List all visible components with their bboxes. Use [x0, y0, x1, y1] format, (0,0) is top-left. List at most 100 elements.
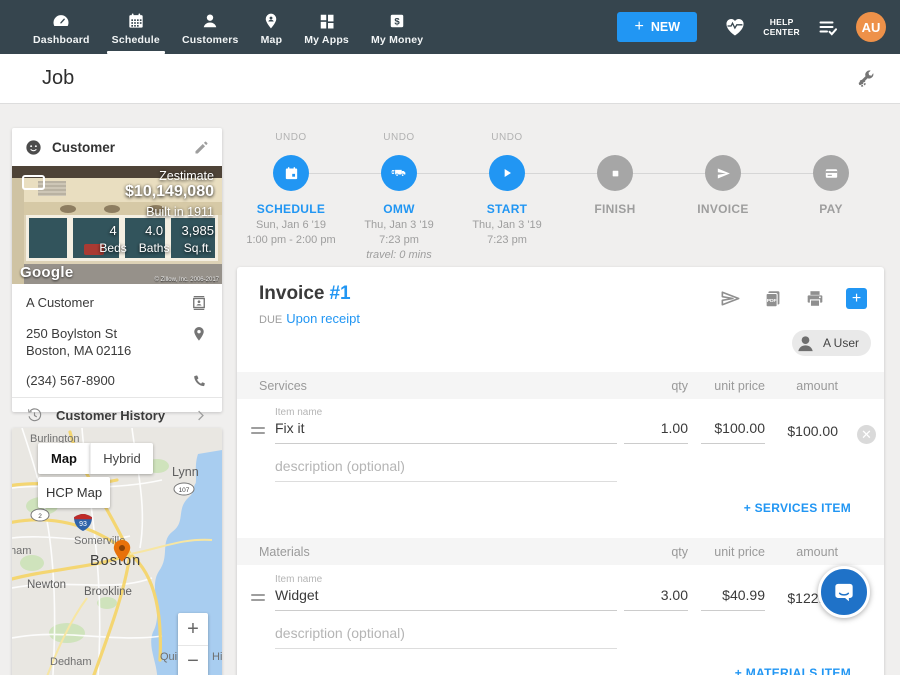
- history-clock-icon: [26, 407, 43, 424]
- page-header: Job: [0, 54, 900, 104]
- chat-launcher-button[interactable]: [818, 566, 870, 618]
- nav-item-dashboard[interactable]: Dashboard: [22, 0, 101, 54]
- map-pin-icon: [262, 9, 280, 31]
- plus-icon: +: [634, 18, 643, 36]
- assignee-chip[interactable]: A User: [792, 330, 871, 356]
- chevron-right-icon: [193, 408, 208, 423]
- service-unit-price-input[interactable]: [701, 420, 765, 444]
- material-qty-input[interactable]: [624, 587, 688, 611]
- send-invoice-icon[interactable]: [719, 287, 742, 310]
- timeline-step-pay: PAY: [777, 132, 885, 261]
- print-icon[interactable]: [804, 288, 826, 310]
- customer-address-row: 250 Boylston St Boston, MA 02116: [12, 318, 222, 365]
- credit-card-icon-circle[interactable]: [813, 155, 849, 191]
- invoice-title: Invoice#1: [259, 283, 351, 305]
- nav-item-customers[interactable]: Customers: [171, 0, 250, 54]
- google-logo: Google: [20, 264, 73, 281]
- customers-person-icon: [200, 9, 220, 31]
- address-line2: Boston, MA 02116: [26, 342, 131, 359]
- customer-name: A Customer: [26, 294, 94, 311]
- top-nav: Dashboard Schedule Customers Map: [0, 0, 900, 54]
- start-step-button[interactable]: [489, 155, 525, 191]
- zoom-out-button[interactable]: −: [178, 645, 208, 675]
- schedule-step-button[interactable]: [273, 155, 309, 191]
- zoom-in-button[interactable]: +: [178, 613, 208, 645]
- undo-link[interactable]: UNDO: [275, 132, 306, 144]
- customer-face-icon: [24, 138, 43, 157]
- new-button[interactable]: + NEW: [617, 12, 697, 42]
- phone-icon[interactable]: [191, 372, 208, 389]
- pdf-icon[interactable]: PDF: [762, 288, 784, 310]
- material-description-input[interactable]: [275, 625, 617, 649]
- map-label-newton: Newton: [27, 579, 66, 591]
- timeline-step-schedule: UNDO SCHEDULE Sun, Jan 6 '19 1:00 pm - 2…: [237, 132, 345, 261]
- add-invoice-button[interactable]: +: [846, 288, 867, 309]
- add-services-item-link[interactable]: + SERVICES ITEM: [744, 501, 851, 515]
- play-icon: [499, 165, 515, 181]
- service-item-name-input[interactable]: [275, 420, 617, 444]
- send-icon: [715, 165, 732, 182]
- drag-handle[interactable]: [251, 594, 265, 604]
- finish-step-button[interactable]: [597, 155, 633, 191]
- job-settings-wrench-gear-icon[interactable]: [854, 67, 878, 91]
- nav-right: + NEW HELP CENTER AU: [617, 0, 900, 54]
- svg-text:$: $: [394, 16, 400, 27]
- drag-handle[interactable]: [251, 427, 265, 437]
- amount-column-header: amount: [796, 379, 838, 393]
- task-list-icon[interactable]: [816, 15, 840, 39]
- money-icon: $: [387, 9, 407, 31]
- map-label-hingham: Hi: [212, 651, 222, 663]
- delete-item-button[interactable]: ✕: [857, 425, 876, 444]
- timeline-step-finish: FINISH: [561, 132, 669, 261]
- customer-card-title: Customer: [52, 140, 115, 155]
- customer-card: Customer Zestimate $10,149,080 Built in …: [12, 128, 222, 412]
- route107-shield: 107: [179, 487, 190, 494]
- health-heart-icon[interactable]: [723, 15, 747, 39]
- due-terms-link[interactable]: Upon receipt: [286, 311, 360, 326]
- nav-item-schedule[interactable]: Schedule: [101, 0, 171, 54]
- apps-grid-icon: [317, 9, 337, 31]
- invoice-number[interactable]: #1: [329, 283, 350, 304]
- edit-pencil-icon[interactable]: [193, 139, 210, 156]
- stop-icon: [608, 166, 623, 181]
- map-type-button-map[interactable]: Map: [38, 443, 90, 474]
- customer-card-header: Customer: [12, 128, 222, 166]
- add-materials-item-link[interactable]: + MATERIALS ITEM: [735, 666, 851, 675]
- item-name-label: Item name: [275, 574, 322, 585]
- service-amount: $100.00: [787, 423, 838, 439]
- street-view-toggle-icon[interactable]: [22, 175, 45, 190]
- credit-card-icon: [823, 165, 840, 182]
- page-title: Job: [42, 67, 74, 90]
- customer-name-row: A Customer: [12, 284, 222, 318]
- omw-step-button[interactable]: [381, 155, 417, 191]
- map-zoom-controls: + −: [178, 613, 208, 675]
- zillow-copyright: © Zillow, Inc. 2006-2017: [155, 277, 219, 283]
- map-label-dedham: Dedham: [50, 656, 92, 668]
- material-unit-price-input[interactable]: [701, 587, 765, 611]
- location-pin-icon[interactable]: [190, 325, 208, 343]
- material-item-name-input[interactable]: [275, 587, 617, 611]
- map-widget[interactable]: 93 2 107 Burlington Lynn Somerville ham …: [12, 428, 222, 675]
- service-qty-input[interactable]: [624, 420, 688, 444]
- user-avatar[interactable]: AU: [856, 12, 886, 42]
- assignee-name: A User: [823, 336, 859, 350]
- contact-card-icon[interactable]: [190, 294, 208, 312]
- hcp-map-button[interactable]: HCP Map: [38, 477, 110, 508]
- property-street-view-photo[interactable]: Zestimate $10,149,080 Built in 1911 4 4.…: [12, 166, 222, 284]
- help-center-link[interactable]: HELP CENTER: [763, 17, 800, 37]
- undo-link[interactable]: UNDO: [383, 132, 414, 144]
- nav-item-my-apps[interactable]: My Apps: [293, 0, 360, 54]
- invoice-actions: PDF +: [699, 287, 867, 310]
- map-type-button-hybrid[interactable]: Hybrid: [90, 443, 153, 474]
- route2-shield: 2: [38, 513, 42, 520]
- chat-bubble-icon: [831, 579, 857, 605]
- services-section-header: Services qty unit price amount: [237, 372, 884, 399]
- map-label-lynn: Lynn: [172, 465, 199, 479]
- nav-item-my-money[interactable]: $ My Money: [360, 0, 434, 54]
- service-description-input[interactable]: [275, 458, 617, 482]
- customer-history-label: Customer History: [56, 408, 165, 423]
- nav-item-map[interactable]: Map: [250, 0, 294, 54]
- send-icon-circle[interactable]: [705, 155, 741, 191]
- svg-text:PDF: PDF: [767, 297, 777, 303]
- undo-link[interactable]: UNDO: [491, 132, 522, 144]
